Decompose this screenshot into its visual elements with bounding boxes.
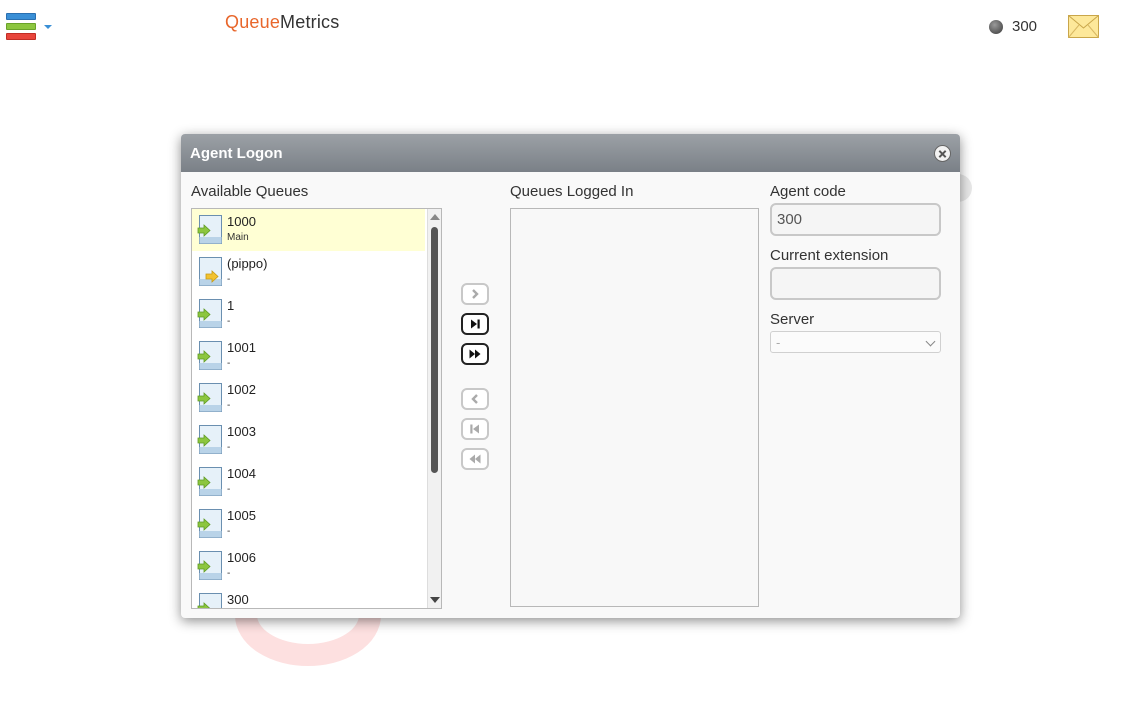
agent-logon-dialog: Agent Logon Available Queues Queues Logg… — [181, 134, 960, 618]
queue-green-arrow-icon — [197, 593, 222, 608]
queue-name: 300 — [227, 592, 249, 607]
server-select-value: - — [776, 335, 781, 350]
scroll-down-arrow-icon[interactable] — [430, 597, 440, 603]
remove-all-button[interactable] — [461, 448, 489, 470]
queue-name: 1001 — [227, 340, 256, 355]
queue-list-item[interactable]: 1001 - — [192, 335, 425, 377]
queue-green-arrow-icon — [197, 551, 222, 580]
menu-bar-green — [6, 23, 36, 30]
queue-green-arrow-icon — [197, 425, 222, 454]
scroll-up-arrow-icon[interactable] — [430, 214, 440, 220]
queue-name: 1003 — [227, 424, 256, 439]
menu-bar-blue — [6, 13, 36, 20]
scrollbar-thumb[interactable] — [431, 227, 438, 473]
queue-description: - — [227, 526, 231, 537]
queue-description: - — [227, 442, 231, 453]
queue-list-item[interactable]: 1005 - — [192, 503, 425, 545]
menu-bar-red — [6, 33, 36, 40]
queues-logged-in-label: Queues Logged In — [510, 183, 634, 200]
queue-green-arrow-icon — [197, 299, 222, 328]
list-scrollbar[interactable] — [427, 209, 441, 608]
queue-green-arrow-icon — [197, 341, 222, 370]
queue-description: - — [227, 568, 231, 579]
queue-green-arrow-icon — [197, 509, 222, 538]
queue-green-arrow-icon — [197, 383, 222, 412]
queue-list-item[interactable]: 1006 - — [192, 545, 425, 587]
current-extension-label: Current extension — [770, 247, 889, 264]
add-selected-button[interactable] — [461, 283, 489, 305]
remove-selected-button[interactable] — [461, 388, 489, 410]
server-select[interactable]: - — [770, 331, 941, 353]
skip-to-start-icon — [470, 424, 479, 434]
queue-list-item[interactable]: 1002 - — [192, 377, 425, 419]
status-dot-icon[interactable] — [989, 20, 1003, 34]
queue-description: - — [227, 400, 231, 411]
queue-list-item[interactable]: 1- — [192, 293, 425, 335]
queue-list-item[interactable]: 1000 Main — [192, 209, 425, 251]
add-all-button[interactable] — [461, 343, 489, 365]
app-logo: QueueMetrics — [225, 12, 339, 33]
server-label: Server — [770, 311, 815, 328]
queue-name: 1000 — [227, 214, 256, 229]
queue-description: - — [227, 484, 231, 495]
queue-description: - — [227, 316, 231, 327]
chevron-left-icon — [471, 394, 478, 404]
agent-code-input[interactable] — [770, 203, 941, 236]
queue-description: - — [227, 358, 231, 369]
envelope-icon[interactable] — [1068, 15, 1099, 38]
queue-list-item[interactable]: 1003 - — [192, 419, 425, 461]
queue-list-item[interactable]: 300 — [192, 587, 425, 608]
dialog-title: Agent Logon — [190, 145, 283, 162]
fast-forward-icon — [469, 349, 481, 359]
queue-list-item[interactable]: (pippo) - — [192, 251, 425, 293]
queue-green-arrow-icon — [197, 215, 222, 244]
queue-description: Main — [227, 232, 249, 243]
queue-yellow-arrow-icon — [199, 257, 222, 286]
queue-name: 1005 — [227, 508, 256, 523]
logo-queue-text: Queue — [225, 12, 281, 32]
skip-to-end-icon — [471, 319, 480, 329]
agent-number: 300 — [1012, 18, 1038, 35]
dialog-header: Agent Logon — [181, 134, 960, 172]
queues-logged-in-list[interactable] — [510, 208, 759, 607]
add-all-visible-button[interactable] — [461, 313, 489, 335]
queue-list-item[interactable]: 1004 - — [192, 461, 425, 503]
queue-green-arrow-icon — [197, 467, 222, 496]
logo-metrics-text: Metrics — [280, 12, 340, 32]
queue-name: 1006 — [227, 550, 256, 565]
chevron-right-icon — [472, 289, 479, 299]
queue-name: 1 — [227, 298, 235, 313]
rewind-icon — [469, 454, 481, 464]
available-queues-list[interactable]: 1000 Main (pippo) -1-1001-1002-1003-1004-10… — [191, 208, 442, 609]
main-menu-button[interactable] — [6, 13, 52, 43]
queue-name: 1004 — [227, 466, 256, 481]
available-queues-label: Available Queues — [191, 183, 309, 200]
agent-code-label: Agent code — [770, 183, 846, 200]
available-queues-items: 1000 Main (pippo) -1-1001-1002-1003-1004-10… — [192, 209, 425, 608]
queue-name: 1002 — [227, 382, 256, 397]
remove-all-visible-button[interactable] — [461, 418, 489, 440]
queue-description: - — [227, 274, 231, 285]
chevron-down-icon — [44, 25, 52, 29]
chevron-down-icon — [925, 336, 936, 347]
close-icon[interactable] — [934, 145, 951, 162]
current-extension-input[interactable] — [770, 267, 941, 300]
queue-name: (pippo) — [227, 256, 268, 271]
